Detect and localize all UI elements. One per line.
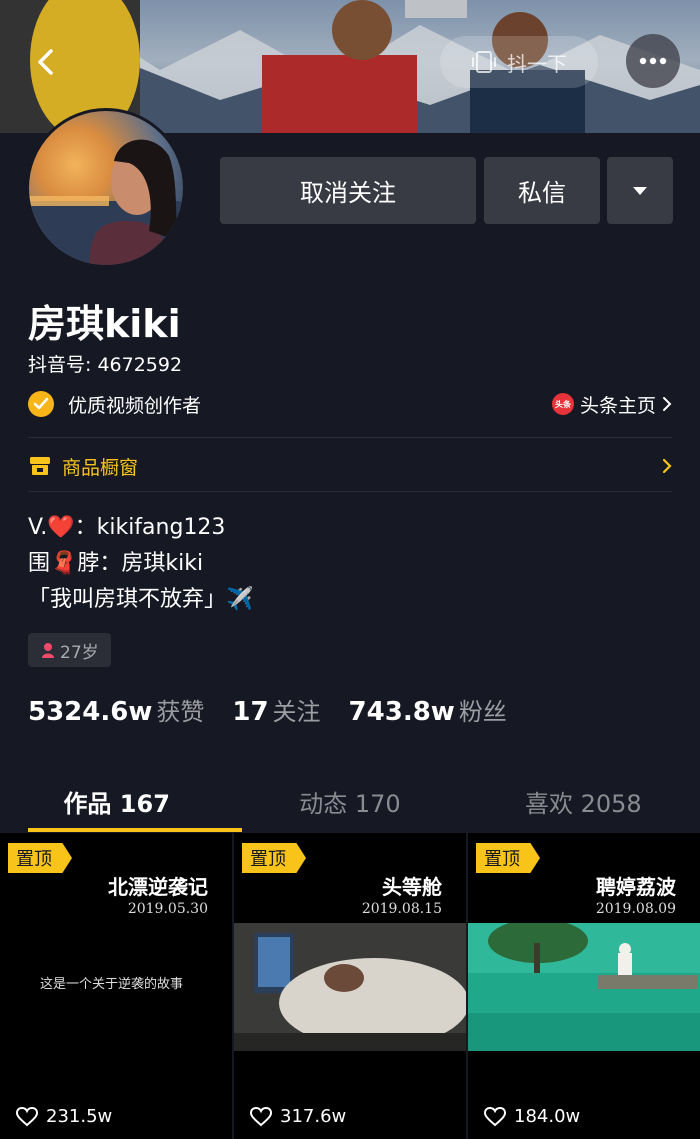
video-title: 头等舱 xyxy=(382,875,442,899)
female-icon xyxy=(42,643,54,658)
shop-icon xyxy=(30,457,50,475)
divider xyxy=(28,437,672,438)
likes-count: 184.0w xyxy=(514,1106,581,1127)
chevron-right-icon xyxy=(662,458,672,474)
stat-label: 粉丝 xyxy=(458,698,507,726)
video-date: 2019.08.09 xyxy=(595,901,676,917)
pinned-badge: 置顶 xyxy=(242,843,306,873)
shake-icon xyxy=(472,51,496,73)
video-thumbnail xyxy=(234,923,466,1051)
verification-row: 优质视频创作者 头条 头条主页 xyxy=(28,388,672,420)
verified-badge-icon xyxy=(28,391,54,417)
douyin-id: 抖音号: 4672592 xyxy=(28,354,183,376)
video-title: 聘婷荔波 xyxy=(596,875,676,899)
stat-label: 获赞 xyxy=(156,698,205,726)
stat-likes: 5324.6w 获赞 xyxy=(28,692,204,727)
bio-line: 围🧣脖：房琪kiki xyxy=(28,551,204,576)
shop-window-label: 商品橱窗 xyxy=(62,456,139,479)
video-thumbnail xyxy=(468,923,700,1051)
stat-value: 5324.6w xyxy=(28,697,153,727)
stat-following[interactable]: 17 关注 xyxy=(232,692,320,727)
more-dots-icon xyxy=(639,57,667,65)
age-text: 27岁 xyxy=(60,642,99,663)
heart-icon xyxy=(16,1106,38,1126)
video-title: 北漂逆袭记 xyxy=(108,875,208,899)
video-tile[interactable]: 置顶 头等舱 2019.08.15 317.6w xyxy=(234,833,466,1139)
stat-value: 17 xyxy=(232,697,269,727)
back-button[interactable] xyxy=(22,38,70,86)
stat-label: 关注 xyxy=(272,698,321,726)
bio: V.❤️：kikifang123 围🧣脖：房琪kiki 「我叫房琪不放弃」✈️ xyxy=(28,510,253,618)
video-grid: 置顶 北漂逆袭记 2019.05.30 这是一个关于逆袭的故事 231.5w 置… xyxy=(0,833,700,1139)
avatar[interactable] xyxy=(26,108,186,268)
video-likes: 184.0w xyxy=(484,1106,580,1127)
tab-works[interactable]: 作品 167 xyxy=(0,770,233,832)
chevron-left-icon xyxy=(38,49,53,75)
video-likes: 317.6w xyxy=(250,1106,346,1127)
message-button[interactable]: 私信 xyxy=(484,157,600,224)
pinned-badge: 置顶 xyxy=(476,843,540,873)
toutiao-homepage-link[interactable]: 头条 头条主页 xyxy=(551,391,672,418)
likes-count: 317.6w xyxy=(280,1106,347,1127)
tab-likes[interactable]: 喜欢 2058 xyxy=(467,770,700,832)
toutiao-label: 头条主页 xyxy=(579,394,656,417)
tab-bar: 作品 167 动态 170 喜欢 2058 xyxy=(0,770,700,832)
avatar-photo xyxy=(29,139,183,265)
active-tab-indicator xyxy=(28,828,242,832)
bio-line: V.❤️：kikifang123 xyxy=(28,515,226,540)
shake-button[interactable]: 抖一下 xyxy=(440,36,598,88)
heart-icon xyxy=(250,1106,272,1126)
age-tag: 27岁 xyxy=(28,633,111,667)
video-date: 2019.08.15 xyxy=(361,901,442,917)
heart-icon xyxy=(484,1106,506,1126)
pinned-badge: 置顶 xyxy=(8,843,72,873)
video-subtitle: 这是一个关于逆袭的故事 xyxy=(40,977,184,992)
recommend-dropdown-button[interactable] xyxy=(607,157,673,224)
nickname: 房琪kiki xyxy=(28,302,181,346)
verification-text: 优质视频创作者 xyxy=(68,394,202,417)
stat-value: 743.8w xyxy=(348,697,455,727)
stat-followers[interactable]: 743.8w 粉丝 xyxy=(349,692,507,727)
tab-dynamics[interactable]: 动态 170 xyxy=(233,770,466,832)
triangle-down-icon xyxy=(633,186,647,195)
divider xyxy=(28,491,672,492)
video-tile[interactable]: 置顶 聘婷荔波 2019.08.09 184.0w xyxy=(468,833,700,1139)
bio-line: 「我叫房琪不放弃」✈️ xyxy=(28,587,254,612)
shop-window-row[interactable]: 商品橱窗 xyxy=(28,450,672,482)
video-tile[interactable]: 置顶 北漂逆袭记 2019.05.30 这是一个关于逆袭的故事 231.5w xyxy=(0,833,232,1139)
video-likes: 231.5w xyxy=(16,1106,112,1127)
stats-row: 5324.6w 获赞 17 关注 743.8w 粉丝 xyxy=(28,692,535,727)
more-button[interactable] xyxy=(626,34,680,88)
shake-label: 抖一下 xyxy=(507,51,567,76)
likes-count: 231.5w xyxy=(46,1106,113,1127)
video-date: 2019.05.30 xyxy=(127,901,208,917)
chevron-right-icon xyxy=(663,397,672,411)
unfollow-button[interactable]: 取消关注 xyxy=(220,157,476,224)
toutiao-logo-icon: 头条 xyxy=(551,393,574,415)
